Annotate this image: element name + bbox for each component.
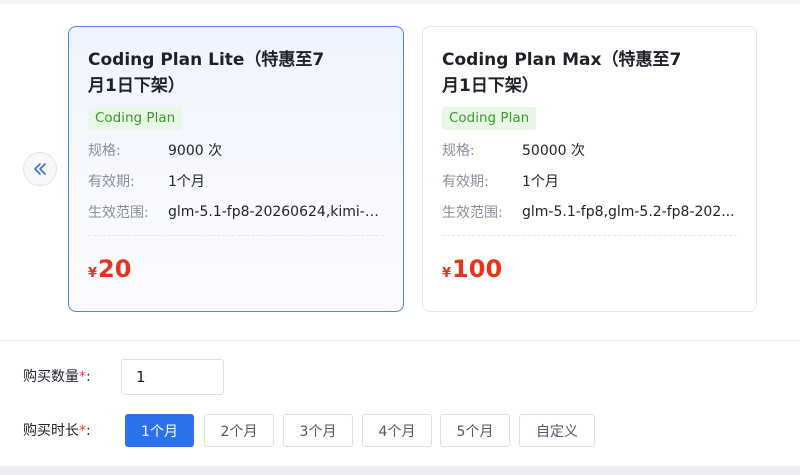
card-divider [442,235,737,236]
spec-value: 9000 次 [168,143,223,159]
currency-symbol: ¥ [442,266,452,281]
carousel-prev-button[interactable] [23,152,57,186]
duration-option-5[interactable]: 5个月 [440,414,510,447]
card-divider [88,235,384,236]
plan-title: Coding Plan Max（特惠至7月1日下架） [442,50,682,96]
quantity-label-text: 购买数量 [23,369,79,385]
spec-row: 规格: 50000 次 [442,139,737,161]
plan-price: ¥20 [88,254,384,289]
purchase-panel: Coding Plan Lite（特惠至7月1日下架） Coding Plan … [0,4,800,466]
label-colon: : [86,369,91,385]
plan-title: Coding Plan Lite（特惠至7月1日下架） [88,50,325,96]
spec-label: 规格: [442,143,475,159]
duration-option-1[interactable]: 1个月 [125,414,194,447]
validity-row: 有效期: 1个月 [88,170,384,192]
plan-tag: Coding Plan [442,107,537,130]
duration-option-4[interactable]: 4个月 [362,414,432,447]
duration-label: 购买时长*: [23,420,91,440]
plan-tag: Coding Plan [88,107,183,130]
currency-symbol: ¥ [88,266,98,281]
scope-value: glm-5.1-fp8-20260624,kimi-2... [168,204,384,220]
plan-card-max[interactable]: Coding Plan Max（特惠至7月1日下架） Coding Plan 规… [422,26,757,312]
bottom-strip [0,466,800,475]
scope-value: glm-5.1-fp8,glm-5.2-fp8-202... [522,204,735,220]
duration-option-3[interactable]: 3个月 [283,414,353,447]
validity-row: 有效期: 1个月 [442,170,737,192]
required-mark: * [79,369,86,385]
required-mark: * [79,423,86,439]
validity-value: 1个月 [168,174,205,190]
scope-row: 生效范围: glm-5.1-fp8,glm-5.2-fp8-202... [442,201,737,223]
label-colon: : [86,423,91,439]
scope-row: 生效范围: glm-5.1-fp8-20260624,kimi-2... [88,201,384,223]
price-value: 20 [98,255,132,283]
scope-label: 生效范围: [88,205,149,221]
spec-row: 规格: 9000 次 [88,139,384,161]
duration-label-text: 购买时长 [23,423,79,439]
quantity-input[interactable] [121,359,224,395]
validity-label: 有效期: [88,174,135,190]
duration-option-2[interactable]: 2个月 [204,414,274,447]
double-chevron-left-icon [34,163,46,175]
quantity-label: 购买数量*: [23,366,91,386]
validity-value: 1个月 [522,174,559,190]
validity-label: 有效期: [442,174,489,190]
scope-label: 生效范围: [442,205,503,221]
plan-card-lite[interactable]: Coding Plan Lite（特惠至7月1日下架） Coding Plan … [68,26,404,312]
spec-value: 50000 次 [522,143,585,159]
plan-price: ¥100 [442,254,737,289]
section-divider [0,340,800,341]
price-value: 100 [452,255,503,283]
spec-label: 规格: [88,143,121,159]
duration-option-custom[interactable]: 自定义 [519,414,595,447]
